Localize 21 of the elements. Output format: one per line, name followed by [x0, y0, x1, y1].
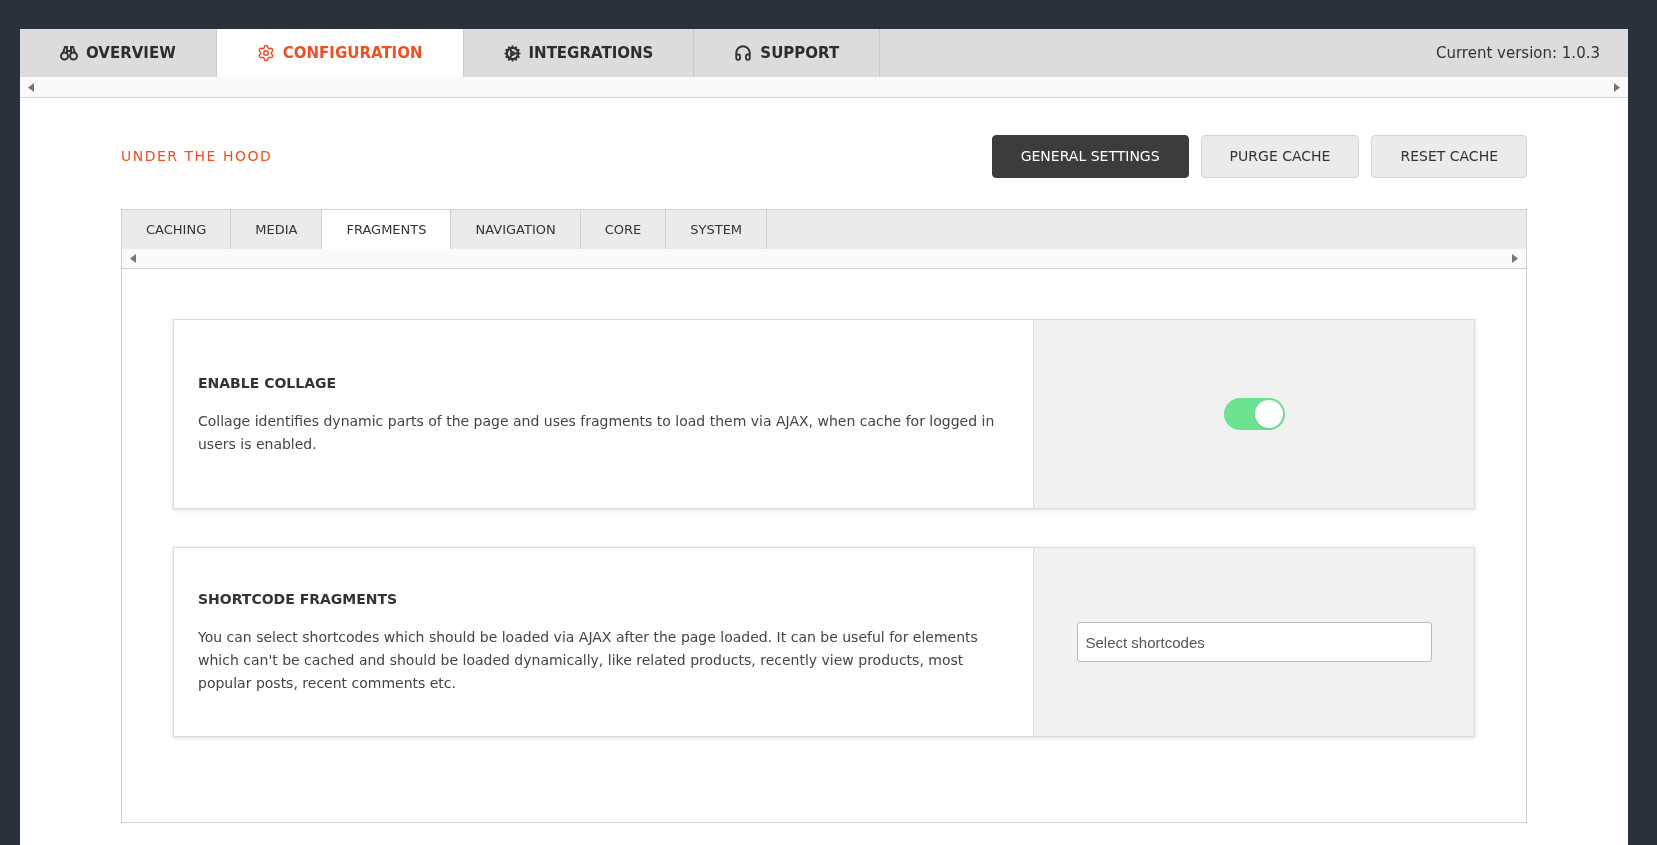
- headset-icon: [734, 44, 753, 62]
- scroll-right-icon[interactable]: [1614, 82, 1620, 92]
- setting-description: Collage identifies dynamic parts of the page and uses fragments to load them via AJAX, when cache for logged in users is enabled.: [198, 411, 996, 454]
- shortcode-select-field[interactable]: Select shortcodes: [1076, 622, 1432, 662]
- settings-icon: [256, 44, 275, 62]
- section-title: UNDER THE HOOD: [121, 147, 273, 166]
- binoculars-icon: [60, 45, 78, 61]
- setting-description: You can select shortcodes which should be loaded via AJAX after the page loaded. It can be useful for elements which can't be cached and should be loaded dynamically, like related products, recently view products, most popular posts, recent comments etc.: [198, 628, 979, 693]
- scroll-left-icon[interactable]: [130, 254, 136, 263]
- toggle-switch[interactable]: [1223, 398, 1285, 430]
- sub-tab[interactable]: FRAGMENTS: [322, 210, 452, 249]
- gears-icon: [503, 44, 521, 62]
- main-tab[interactable]: CONFIGURATION: [216, 29, 464, 77]
- setting-title: ENABLE COLLAGE: [198, 373, 338, 393]
- scroll-left-icon[interactable]: [28, 82, 34, 92]
- setting-title: SHORTCODE FRAGMENTS: [198, 590, 399, 609]
- action-button[interactable]: PURGE CACHE: [1200, 135, 1360, 178]
- scroll-right-icon[interactable]: [1512, 254, 1518, 263]
- action-button[interactable]: GENERAL SETTINGS: [991, 135, 1189, 178]
- version-label: Current version: 1.0.3: [1435, 42, 1601, 64]
- action-button[interactable]: RESET CACHE: [1371, 135, 1527, 178]
